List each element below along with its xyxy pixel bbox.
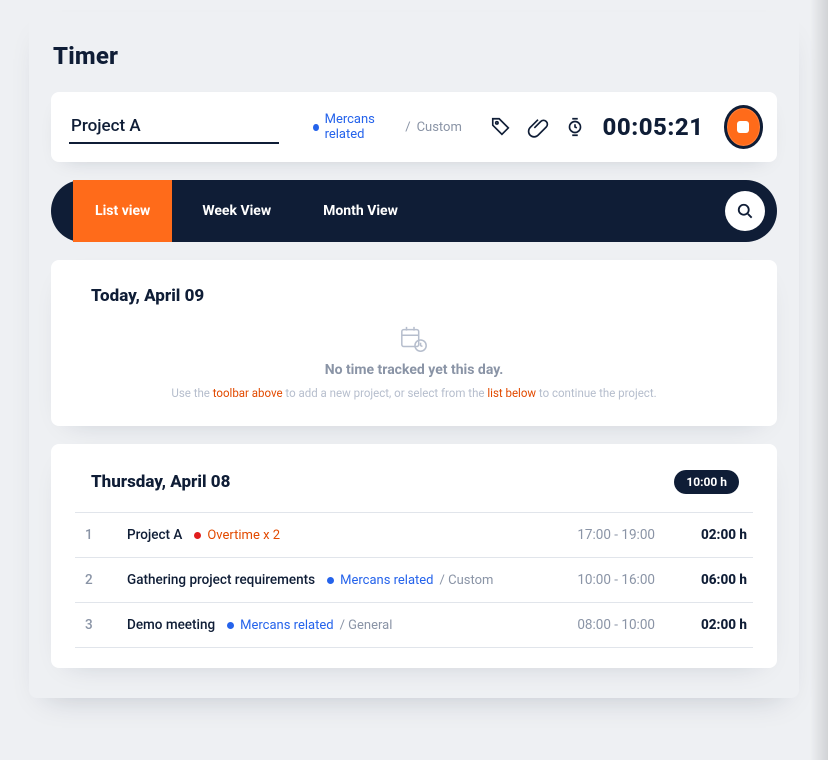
project-path: Mercans related / Custom — [313, 112, 462, 142]
elapsed-time: 00:05:21 — [603, 113, 704, 141]
tab-week-view[interactable]: Week View — [180, 180, 293, 242]
watch-icon[interactable] — [564, 114, 587, 140]
entry-tag[interactable]: Mercans related / General — [227, 618, 392, 633]
project-path-link[interactable]: Mercans related — [325, 112, 400, 142]
tab-label: Month View — [323, 203, 398, 219]
entry-tag[interactable]: Overtime x 2 — [194, 528, 280, 543]
entries-list: 1 Project A Overtime x 2 17:00 - 19:00 02:00… — [75, 512, 753, 648]
tag-label: Mercans related — [240, 618, 333, 633]
tag-suffix: / General — [340, 618, 393, 633]
time-range: 08:00 - 10:00 — [535, 617, 655, 633]
tag-icon[interactable] — [490, 114, 513, 140]
empty-state: No time tracked yet this day. Use the to… — [75, 320, 753, 406]
table-row[interactable]: 3 Demo meeting Mercans related / General 08… — [75, 602, 753, 648]
tag-dot-icon — [194, 532, 201, 539]
row-index: 1 — [81, 527, 115, 543]
day-card-today: Today, April 09 No time tracked yet this… — [51, 260, 777, 426]
tab-month-view[interactable]: Month View — [301, 180, 420, 242]
empty-message: No time tracked yet this day. — [325, 362, 504, 378]
time-range: 10:00 - 16:00 — [535, 572, 655, 588]
tag-label: Overtime x 2 — [207, 528, 280, 543]
hint-link-list[interactable]: list below — [487, 386, 536, 400]
day-total-badge: 10:00 h — [674, 470, 739, 494]
entry-name: Demo meeting — [127, 617, 215, 633]
entry-tag[interactable]: Mercans related / Custom — [327, 573, 493, 588]
tab-label: Week View — [202, 203, 271, 219]
row-description: Project A Overtime x 2 — [127, 527, 523, 543]
row-description: Demo meeting Mercans related / General — [127, 617, 523, 633]
day-title: Today, April 09 — [91, 286, 204, 306]
day-title: Thursday, April 08 — [91, 472, 230, 492]
duration: 02:00 h — [667, 527, 747, 543]
calendar-clock-icon — [399, 324, 429, 354]
stop-button[interactable] — [724, 105, 763, 149]
entry-name: Project A — [127, 527, 182, 543]
view-tabs: List view Week View Month View — [51, 180, 777, 242]
hint-link-toolbar[interactable]: toolbar above — [213, 386, 283, 400]
timer-bar: Mercans related / Custom 00:05:21 — [51, 92, 777, 162]
project-name-input[interactable] — [69, 110, 279, 144]
row-description: Gathering project requirements Mercans re… — [127, 572, 523, 588]
day-card: Thursday, April 08 10:00 h 1 Project A Ove… — [51, 444, 777, 668]
page-title: Timer — [53, 42, 775, 70]
table-row[interactable]: 1 Project A Overtime x 2 17:00 - 19:00 02:00… — [75, 512, 753, 557]
tab-list-view[interactable]: List view — [73, 180, 172, 242]
row-index: 2 — [81, 572, 115, 588]
table-row[interactable]: 2 Gathering project requirements Mercans r… — [75, 557, 753, 602]
duration: 02:00 h — [667, 617, 747, 633]
path-separator: / — [405, 120, 410, 135]
time-range: 17:00 - 19:00 — [535, 527, 655, 543]
project-path-suffix: Custom — [417, 120, 462, 135]
tag-dot-icon — [327, 577, 334, 584]
tag-dot-icon — [227, 622, 234, 629]
status-dot-icon — [313, 124, 319, 131]
empty-hint: Use the toolbar above to add a new proje… — [171, 386, 656, 400]
search-icon — [735, 201, 755, 221]
tab-label: List view — [95, 203, 150, 219]
tag-label: Mercans related — [340, 573, 433, 588]
entry-name: Gathering project requirements — [127, 572, 315, 588]
search-button[interactable] — [725, 191, 765, 231]
stop-icon — [737, 121, 749, 133]
tag-suffix: / Custom — [440, 573, 494, 588]
attachment-icon[interactable] — [527, 114, 550, 140]
duration: 06:00 h — [667, 572, 747, 588]
row-index: 3 — [81, 617, 115, 633]
